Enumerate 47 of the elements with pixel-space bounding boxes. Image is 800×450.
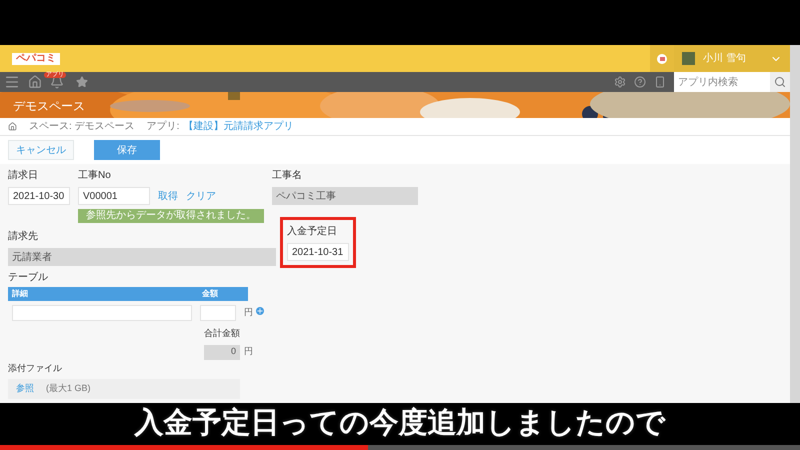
smartphone-icon[interactable]: [654, 76, 666, 88]
breadcrumb-item[interactable]: アプリ:: [146, 119, 180, 134]
home-icon[interactable]: [8, 122, 17, 131]
cancel-button[interactable]: キャンセル: [8, 140, 74, 160]
column-header: 金額: [201, 288, 218, 300]
star-icon[interactable]: [76, 76, 88, 88]
field-label: 添付ファイル: [8, 362, 63, 374]
readonly-field: ペパコミ工事: [272, 187, 418, 205]
link[interactable]: クリア: [186, 188, 216, 204]
field-label: 請求日: [8, 168, 39, 183]
settings-icon[interactable]: [614, 76, 626, 88]
readonly-field: 0: [204, 344, 240, 360]
success-message: 参照先からデータが取得されました。: [78, 209, 264, 223]
subtitle: 入金予定日っての今度追加しましたので: [134, 406, 666, 442]
home-icon[interactable]: [28, 75, 42, 89]
menu-icon[interactable]: [4, 74, 20, 90]
column-header: 詳細: [11, 288, 29, 300]
breadcrumb-item[interactable]: スペース: デモスペース: [29, 119, 135, 134]
table-label: テーブル: [8, 270, 49, 285]
field-label: 入金予定日: [287, 224, 338, 239]
breadcrumb-link[interactable]: 【建設】元請請求アプリ: [183, 119, 294, 134]
search-field[interactable]: アプリ内検索: [674, 72, 770, 92]
help-icon[interactable]: [634, 76, 646, 88]
size-note: (最大1 GB): [46, 382, 91, 396]
space-title: デモスペース: [13, 98, 85, 115]
add-row-icon[interactable]: [256, 307, 264, 315]
user-menu[interactable]: 小川 雪句: [674, 45, 790, 72]
field-label: 請求先: [8, 230, 39, 244]
field-label: 工事名: [272, 168, 303, 183]
save-button[interactable]: 保存: [94, 140, 160, 160]
readonly-field: 元請業者: [8, 248, 276, 266]
input-field[interactable]: V00001: [78, 187, 150, 205]
unit-label: 円: [244, 306, 253, 320]
search-icon[interactable]: [774, 76, 786, 88]
date-field[interactable]: 2021-10-31: [287, 243, 349, 261]
field-label: 合計金額: [204, 327, 241, 340]
browse-link[interactable]: 参照: [16, 382, 34, 396]
input-field[interactable]: [12, 305, 192, 321]
unit-label: 円: [244, 345, 253, 358]
avatar-icon: [682, 52, 695, 65]
link[interactable]: 取得: [158, 188, 178, 204]
bell-icon[interactable]: [50, 75, 64, 89]
field-label: 工事No: [78, 168, 112, 183]
input-field[interactable]: [200, 305, 236, 321]
logo[interactable]: ペパコミ: [12, 52, 60, 64]
notification-icon[interactable]: [657, 54, 667, 64]
date-field[interactable]: 2021-10-30: [8, 187, 70, 205]
